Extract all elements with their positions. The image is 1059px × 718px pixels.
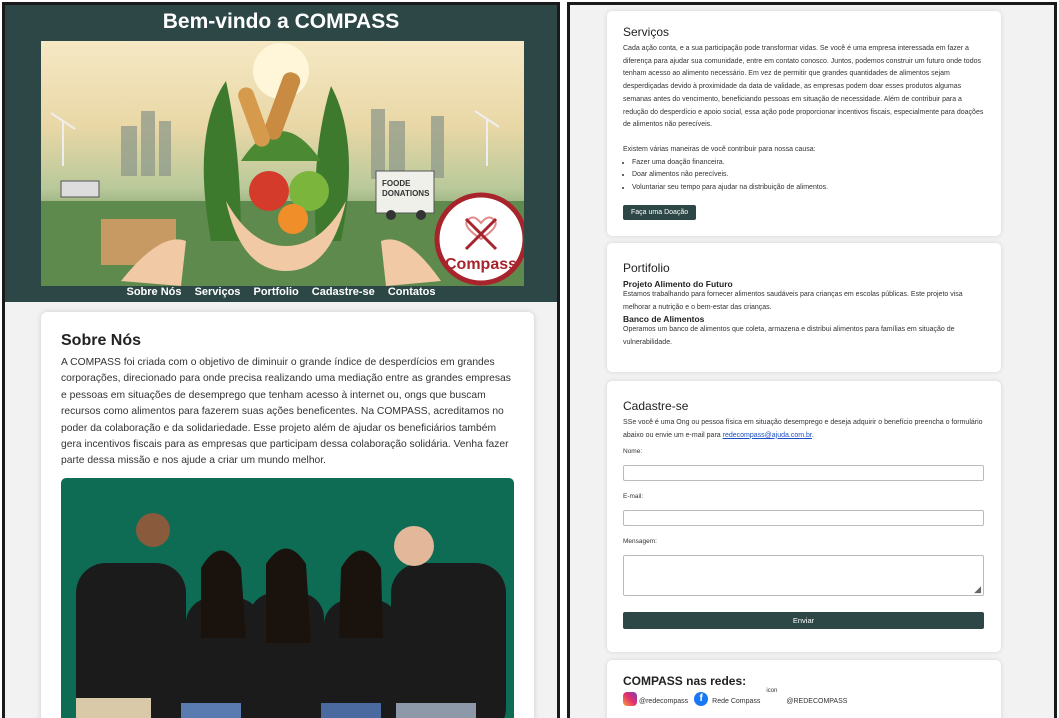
list-item: Voluntariar seu tempo para ajudar na dis… [632,182,985,195]
compass-badge-logo: Compass [445,256,517,273]
facebook-handle[interactable]: Rede Compass [712,698,760,705]
nav-portfolio[interactable]: Portfolio [254,286,299,298]
main-nav: Sobre Nós Serviços Portfolio Cadastre-se… [5,286,557,298]
email-field[interactable] [623,510,984,527]
right-page-panel: Serviços Cada ação conta, e a sua partic… [567,2,1057,718]
social-links: @redecompass f Rede Compass icon @REDECO… [623,688,985,706]
project-2-title: Banco de Alimentos [623,314,705,325]
name-label: Nome: [623,448,643,456]
submit-button[interactable]: Enviar [623,612,984,630]
services-text: Cada ação conta, e a sua participação po… [623,45,984,129]
project-1-title: Projeto Alimento do Futuro [623,279,733,289]
name-field[interactable] [623,465,984,482]
social-card: COMPASS nas redes: @redecompass f Rede C… [607,660,1001,718]
instagram-icon[interactable] [623,692,637,706]
services-card: Serviços Cada ação conta, e a sua partic… [607,11,1001,236]
services-intro: Existem várias maneiras de você contribu… [623,145,816,153]
social-heading: COMPASS nas redes: [623,674,747,688]
list-item: Doar alimentos não perecíveis. [632,169,985,182]
left-page-panel: Bem-vindo a COMPASS FOODE DONATIONS Comp… [2,2,560,718]
message-label: Mensagem: [623,538,657,546]
broken-image-icon[interactable]: icon [766,688,782,706]
message-textarea[interactable]: ◢ [623,555,984,597]
about-text: A COMPASS foi criada com o objetivo de d… [61,357,511,467]
nav-contatos[interactable]: Contatos [388,286,436,298]
about-card: Sobre Nós A COMPASS foi criada com o obj… [41,312,534,718]
services-heading: Serviços [623,25,670,39]
project-1-text: Estamos trabalhando para fornecer alimen… [623,291,963,311]
truck-sign-2: DONATIONS [382,189,430,198]
nav-cadastre-se[interactable]: Cadastre-se [312,286,375,298]
register-card: Cadastre-se SSe você é uma Ong ou pessoa… [607,381,1001,652]
donate-button[interactable]: Faça uma Doação [623,204,697,220]
email-link[interactable]: redecompass@ajuda.com.br [723,432,812,439]
twitter-handle[interactable]: @REDECOMPASS [786,698,847,705]
services-list: Fazer uma doação financeira. Doar alimen… [623,157,985,195]
about-heading: Sobre Nós [61,332,142,349]
portfolio-heading: Portifolio [623,261,670,275]
instagram-handle[interactable]: @redecompass [639,698,688,705]
facebook-icon[interactable]: f [694,692,709,706]
nav-sobre-nos[interactable]: Sobre Nós [126,286,181,298]
resize-handle-icon[interactable]: ◢ [974,584,981,595]
site-header: Bem-vindo a COMPASS FOODE DONATIONS Comp… [5,5,557,302]
nav-servicos[interactable]: Serviços [195,286,241,298]
broken-image-alt: icon [766,688,778,694]
team-photo [61,478,514,718]
register-text: SSe você é uma Ong ou pessoa física em s… [623,417,985,442]
truck-sign-1: FOODE [382,179,411,188]
team-photo-illustration [76,513,506,718]
register-text-end: . [811,431,814,439]
hero-image: FOODE DONATIONS Compass [41,41,524,286]
list-item: Fazer uma doação financeira. [632,157,985,170]
portfolio-card: Portifolio Projeto Alimento do Futuro Es… [607,243,1001,372]
register-heading: Cadastre-se [623,399,689,413]
project-2-text: Operamos um banco de alimentos que colet… [623,326,955,347]
hero-illustration: FOODE DONATIONS Compass [41,43,524,286]
page-title: Bem-vindo a COMPASS [162,10,400,33]
email-label: E-mail: [623,493,644,501]
